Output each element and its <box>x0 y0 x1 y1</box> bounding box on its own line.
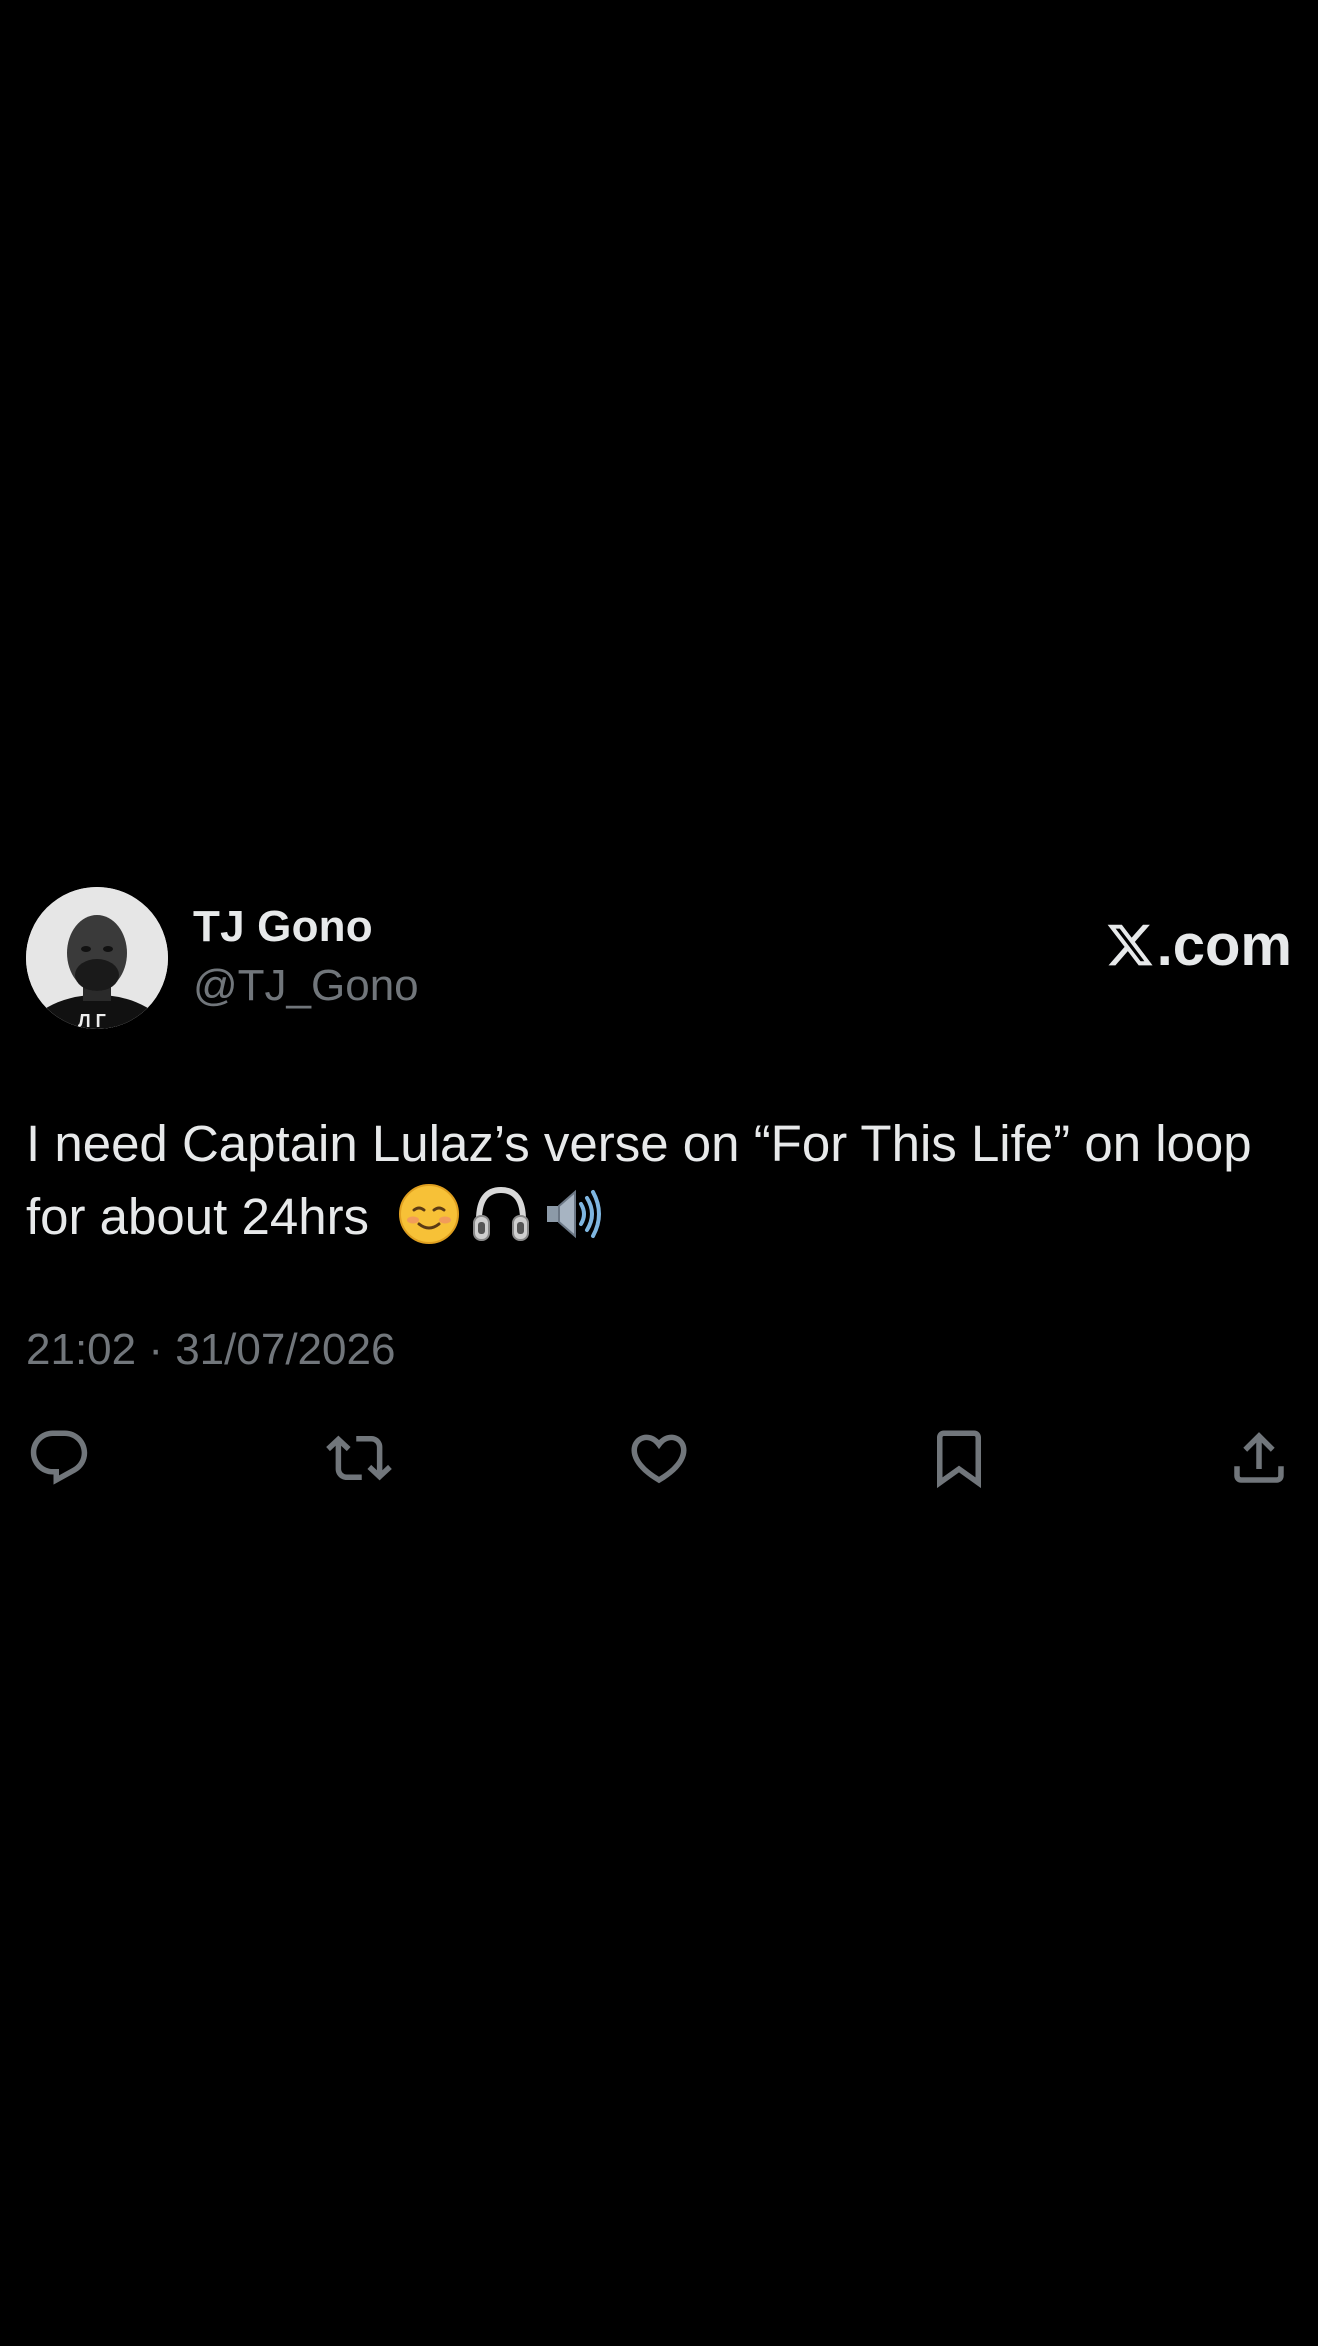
tweet-card: Л Г TJ Gono @TJ_Gono .com I need Captain… <box>26 885 1292 1489</box>
heart-icon <box>631 1434 687 1484</box>
share-icon <box>1234 1432 1284 1483</box>
headphones-icon <box>469 1182 533 1246</box>
author-name[interactable]: TJ Gono <box>193 902 373 952</box>
author-handle[interactable]: @TJ_Gono <box>193 961 419 1011</box>
like-button[interactable] <box>626 1425 692 1491</box>
tweet-text: I need Captain Lulaz’s verse on “For Thi… <box>26 1107 1286 1253</box>
speaker-icon <box>541 1182 605 1246</box>
avatar-photo: Л Г <box>26 887 168 1029</box>
brand-label: .com <box>1156 912 1292 978</box>
brand-watermark: .com <box>1105 913 1292 978</box>
tweet-timestamp[interactable]: 21:02 · 31/07/2026 <box>26 1325 395 1375</box>
retweet-button[interactable] <box>326 1425 392 1491</box>
reply-icon <box>30 1430 88 1485</box>
svg-text:Л Г: Л Г <box>78 1011 106 1029</box>
bookmark-icon <box>937 1430 981 1489</box>
x-logo-icon <box>1105 920 1157 970</box>
avatar[interactable]: Л Г <box>26 887 168 1029</box>
retweet-icon <box>326 1435 392 1481</box>
reply-button[interactable] <box>26 1425 92 1491</box>
bookmark-button[interactable] <box>926 1425 992 1491</box>
action-bar <box>26 1425 1292 1491</box>
tweet-header: Л Г TJ Gono @TJ_Gono .com <box>26 885 1292 1030</box>
smiling-face-icon <box>397 1182 461 1246</box>
tweet-body: I need Captain Lulaz’s verse on “For Thi… <box>26 1115 1252 1245</box>
share-button[interactable] <box>1226 1425 1292 1491</box>
